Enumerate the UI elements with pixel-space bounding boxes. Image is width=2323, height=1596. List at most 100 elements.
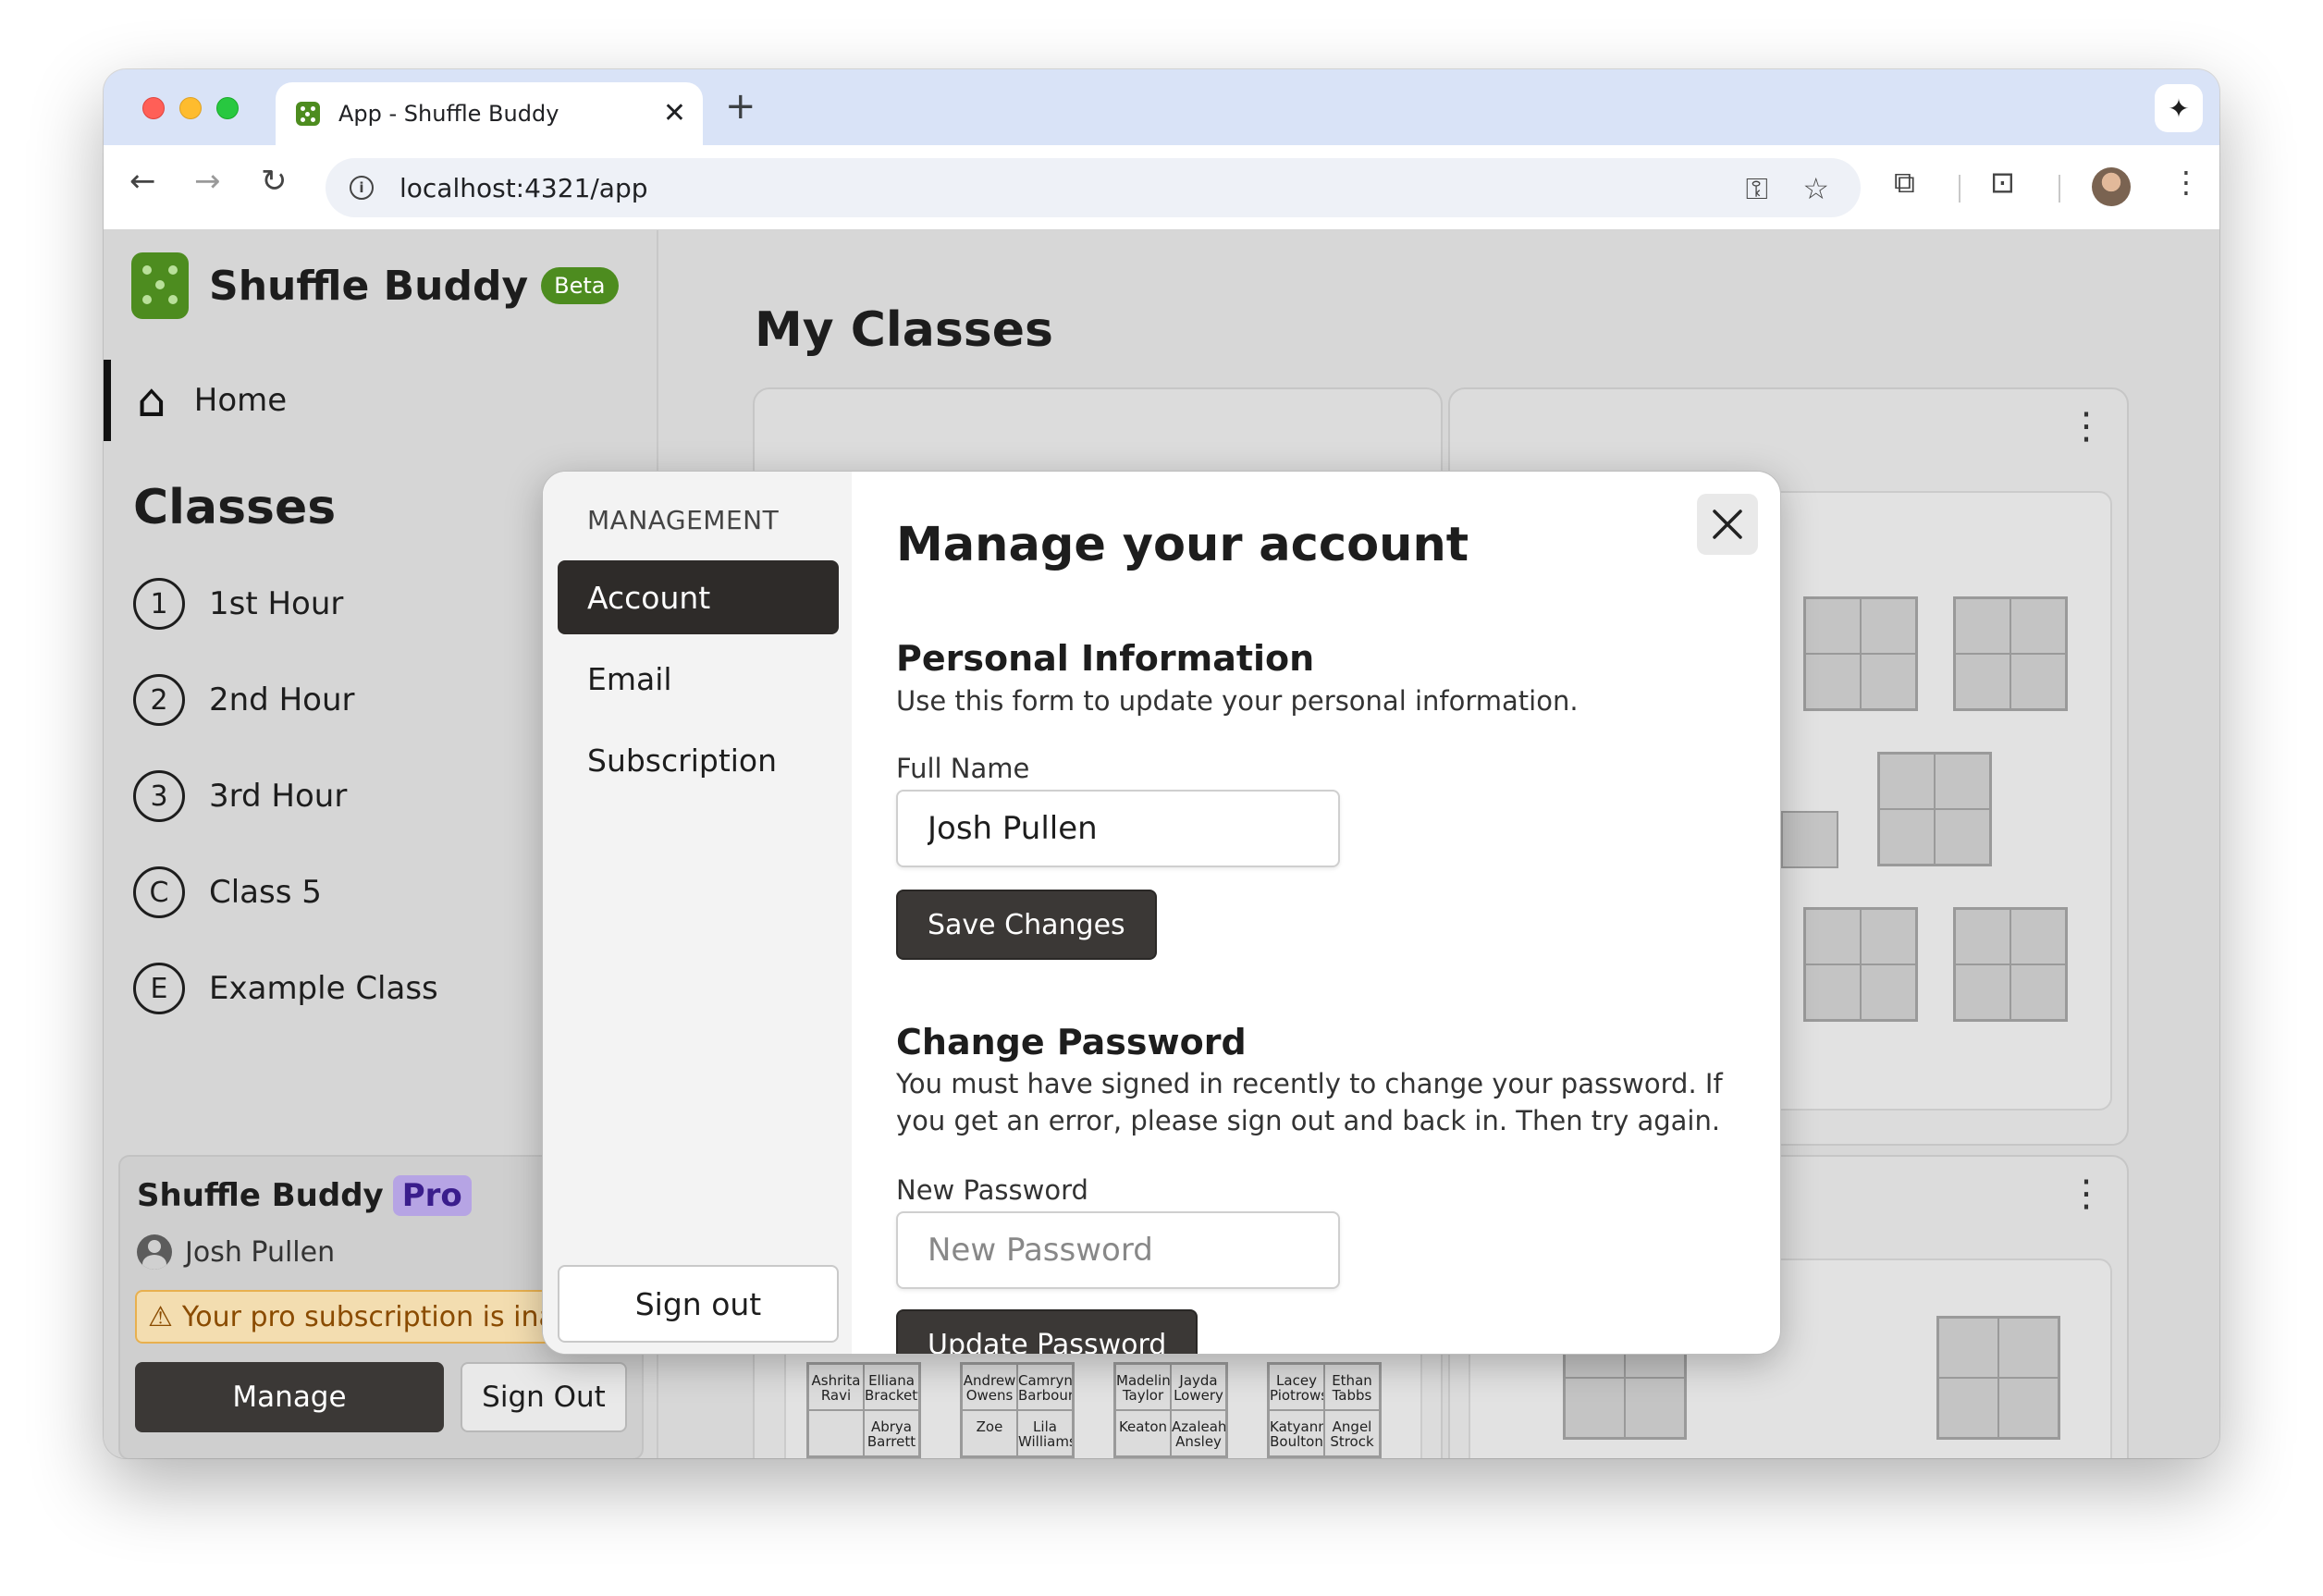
brand-name: Shuffle Buddy <box>209 262 529 310</box>
pro-product-name: Shuffle Buddy <box>137 1177 384 1214</box>
browser-tab[interactable]: App - Shuffle Buddy ✕ <box>276 82 703 145</box>
seat: Keaton <box>1115 1410 1171 1456</box>
classes-heading: Classes <box>133 480 337 535</box>
dice-logo-icon <box>131 252 189 319</box>
seat: Zoe <box>962 1410 1017 1456</box>
password-key-icon[interactable]: ⚿ <box>1746 171 1768 207</box>
seat: Azaleah Ansley <box>1171 1410 1226 1456</box>
desk-group[interactable]: Lacey Piotrowski Ethan Tabbs Katyanna Bo… <box>1267 1362 1382 1458</box>
class-label: Class 5 <box>209 874 322 911</box>
modal-sidebar: MANAGEMENT Account Email Subscription Si… <box>543 472 852 1354</box>
seat: Andrew Owens <box>962 1364 1017 1410</box>
seat: Ashrita Ravi <box>808 1364 864 1410</box>
desk-group[interactable]: Andrew Owens Camryn Barbour Zoe Lila Wil… <box>960 1362 1075 1458</box>
account-modal: MANAGEMENT Account Email Subscription Si… <box>542 471 1781 1355</box>
browser-toolbar: ← → ↻ i localhost:4321/app ⚿ ☆ ⧉ ⊡ ⋮ <box>104 145 2219 230</box>
desk-group[interactable] <box>1877 752 1992 866</box>
seat: Camryn Barbour <box>1017 1364 1073 1410</box>
close-window-button[interactable] <box>142 97 165 119</box>
desk-group[interactable] <box>1936 1316 2060 1440</box>
desk-group[interactable]: Madeline Taylor Jayda Lowery Keaton Azal… <box>1113 1362 1228 1458</box>
forward-arrow-icon[interactable]: → <box>194 166 221 197</box>
site-info-icon[interactable]: i <box>350 176 374 200</box>
desk-group[interactable] <box>1803 907 1918 1022</box>
more-menu-icon[interactable]: ⋮ <box>2171 167 2201 197</box>
desk-group[interactable]: Ashrita Ravi Elliana Brackett Abrya Barr… <box>806 1362 921 1458</box>
seat <box>808 1410 864 1456</box>
user-circle-icon <box>137 1234 172 1270</box>
pro-user: Josh Pullen <box>137 1234 335 1270</box>
nav-home[interactable]: ⌂ Home <box>104 360 658 441</box>
change-password-heading: Change Password <box>896 1022 1247 1062</box>
tab-title: App - Shuffle Buddy <box>338 101 559 127</box>
seat: Angel Strock <box>1324 1410 1380 1456</box>
nav-home-label: Home <box>193 382 288 419</box>
modal-title: Manage your account <box>896 518 1469 572</box>
class-badge-icon: 2 <box>133 674 185 726</box>
seat: Lila Williams <box>1017 1410 1073 1456</box>
personal-info-description: Use this form to update your personal in… <box>896 685 1579 717</box>
modal-nav-email[interactable]: Email <box>558 642 839 716</box>
modal-sign-out-button[interactable]: Sign out <box>558 1265 839 1343</box>
toolbar-divider <box>1959 175 1960 203</box>
tab-close-icon[interactable]: ✕ <box>663 100 686 128</box>
class-item[interactable]: E Example Class <box>133 961 438 1016</box>
card-menu-icon[interactable]: ⋮ <box>2068 1175 2105 1212</box>
minimize-window-button[interactable] <box>179 97 202 119</box>
class-label: 2nd Hour <box>209 681 355 718</box>
desk-group[interactable] <box>1953 596 2068 711</box>
new-password-input[interactable] <box>896 1211 1340 1289</box>
tab-search-icon[interactable]: ⊡ <box>1990 167 2015 197</box>
profile-avatar[interactable] <box>2092 167 2131 206</box>
reload-icon[interactable]: ↻ <box>261 166 288 197</box>
change-password-description: You must have signed in recently to chan… <box>896 1068 1723 1136</box>
beta-badge: Beta <box>541 267 619 304</box>
browser-window: App - Shuffle Buddy ✕ + ✦ ← → ↻ i localh… <box>104 69 2219 1458</box>
class-badge-icon: 3 <box>133 770 185 822</box>
url-text: localhost:4321/app <box>399 172 648 203</box>
save-changes-button[interactable]: Save Changes <box>896 890 1157 960</box>
seat: Madeline Taylor <box>1115 1364 1171 1410</box>
seat: Lacey Piotrowski <box>1269 1364 1324 1410</box>
maximize-window-button[interactable] <box>216 97 239 119</box>
class-label: Example Class <box>209 970 438 1007</box>
seat: Katyanna Boulton <box>1269 1410 1324 1456</box>
update-password-button[interactable]: Update Password <box>896 1309 1198 1354</box>
tab-bar: App - Shuffle Buddy ✕ + ✦ <box>104 69 2219 145</box>
brand[interactable]: Shuffle Buddy Beta <box>131 252 619 319</box>
class-label: 1st Hour <box>209 585 344 622</box>
single-desk[interactable] <box>1781 811 1838 868</box>
class-item[interactable]: 2 2nd Hour <box>133 672 354 728</box>
manage-button[interactable]: Manage <box>135 1362 444 1432</box>
seat: Ethan Tabbs <box>1324 1364 1380 1410</box>
toolbar-divider <box>2059 175 2060 203</box>
bookmark-star-icon[interactable]: ☆ <box>1802 171 1829 206</box>
desk-group[interactable] <box>1803 596 1918 711</box>
sidebar-sign-out-button[interactable]: Sign Out <box>461 1362 627 1432</box>
warning-icon: ⚠ <box>148 1300 173 1333</box>
class-badge-icon: C <box>133 866 185 918</box>
page-title: My Classes <box>755 302 1053 358</box>
modal-nav-subscription[interactable]: Subscription <box>558 723 839 797</box>
modal-nav-account[interactable]: Account <box>558 560 839 634</box>
desk-group[interactable] <box>1953 907 2068 1022</box>
extensions-puzzle-icon[interactable]: ⧉ <box>1894 167 1915 197</box>
full-name-input[interactable] <box>896 790 1340 867</box>
class-badge-icon: 1 <box>133 578 185 630</box>
class-item[interactable]: 1 1st Hour <box>133 576 343 632</box>
class-item[interactable]: C Class 5 <box>133 865 322 920</box>
seat: Jayda Lowery <box>1171 1364 1226 1410</box>
close-icon[interactable] <box>1697 494 1758 555</box>
card-menu-icon[interactable]: ⋮ <box>2068 408 2105 445</box>
home-icon: ⌂ <box>137 374 166 427</box>
back-arrow-icon[interactable]: ← <box>129 166 156 197</box>
seat: Abrya Barrett <box>864 1410 919 1456</box>
address-bar[interactable]: i localhost:4321/app ⚿ ☆ <box>326 158 1861 217</box>
personal-info-heading: Personal Information <box>896 638 1315 679</box>
class-item[interactable]: 3 3rd Hour <box>133 768 347 824</box>
management-label: MANAGEMENT <box>587 505 780 535</box>
dice-favicon-icon <box>296 102 320 126</box>
sparkle-icon[interactable]: ✦ <box>2155 84 2203 132</box>
new-tab-button[interactable]: + <box>725 88 756 125</box>
user-name: Josh Pullen <box>185 1235 336 1269</box>
